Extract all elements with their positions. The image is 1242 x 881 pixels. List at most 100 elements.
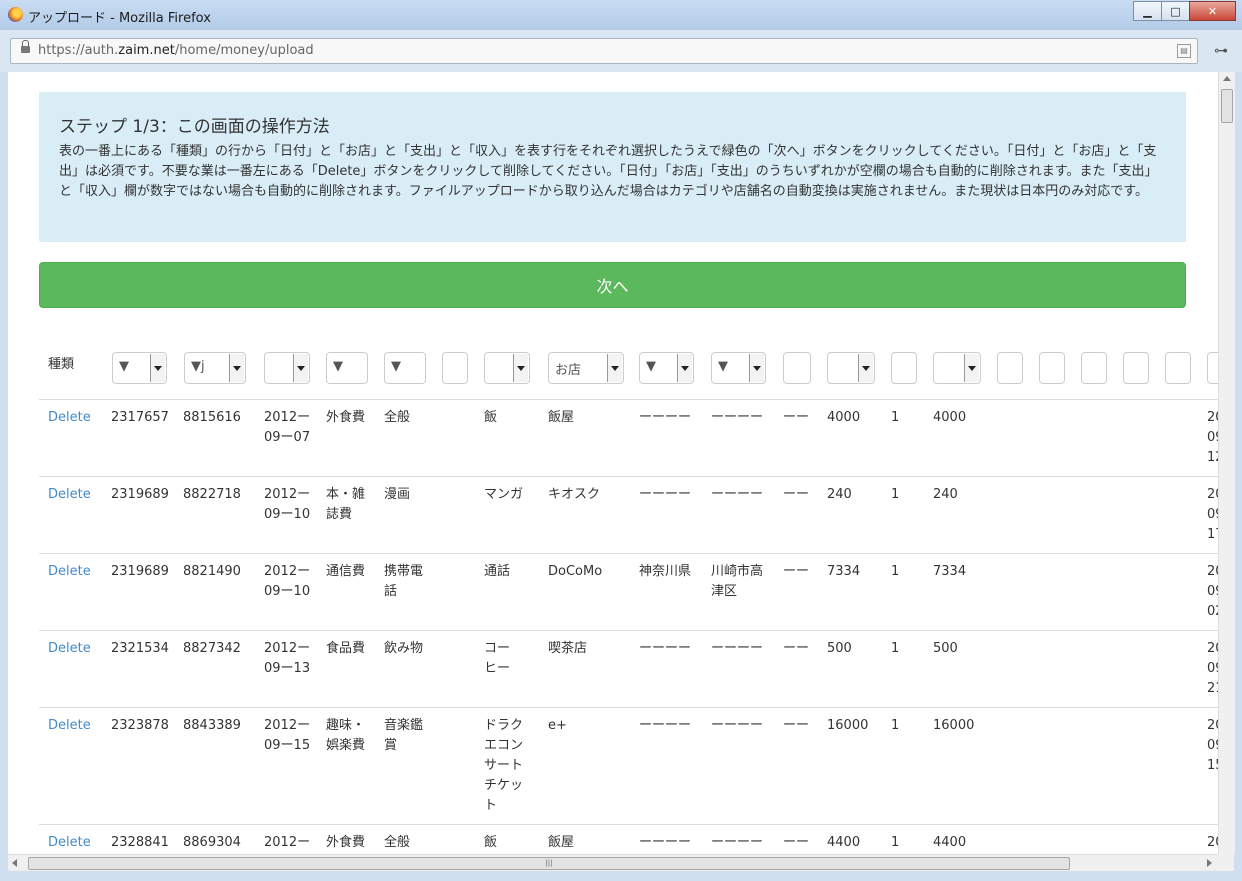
table-cell-c5: 全般	[384, 835, 411, 850]
column-type-select-19[interactable]	[1165, 352, 1191, 384]
table-cell-c9: ーーーー	[711, 487, 764, 502]
chevron-down-icon[interactable]	[513, 354, 528, 382]
column-type-select-9[interactable]: ▼	[639, 352, 694, 384]
horizontal-scroll-thumb[interactable]: |||	[28, 857, 1070, 870]
column-type-select-6[interactable]	[442, 352, 468, 384]
delete-row-link[interactable]: Delete	[48, 639, 91, 659]
table-cell-c14: 20	[1207, 835, 1218, 850]
table-cell-c10: ーー	[783, 564, 810, 579]
window-titlebar: アップロード - Mozilla Firefox ▁ □ ✕	[0, 0, 1242, 30]
scroll-left-icon[interactable]	[12, 859, 17, 867]
type-header-label: 種類	[48, 357, 75, 372]
column-type-select-17[interactable]	[1081, 352, 1107, 384]
chevron-down-icon[interactable]	[749, 354, 764, 382]
column-type-value: ▼j	[191, 359, 205, 374]
delete-row-link[interactable]: Delete	[48, 833, 91, 853]
table-cell-c11: 240	[827, 487, 852, 502]
table-cell-c3: 2012ー 09ー10	[264, 487, 311, 522]
maximize-icon[interactable]: □	[1161, 1, 1190, 21]
column-type-value: ▼	[646, 359, 656, 374]
column-type-value: ▼	[391, 359, 401, 374]
column-type-select-8[interactable]: お店	[548, 352, 624, 384]
column-type-select-20[interactable]	[1207, 352, 1218, 384]
column-type-select-11[interactable]	[783, 352, 811, 384]
vertical-scroll-thumb[interactable]	[1221, 89, 1233, 123]
table-cell-c5: 音楽鑑 賞	[384, 718, 424, 753]
scroll-up-icon[interactable]	[1223, 76, 1231, 81]
column-type-select-10[interactable]: ▼	[711, 352, 766, 384]
table-cell-c12: 1	[891, 487, 900, 502]
table-cell-c7: DoCoMo	[548, 564, 603, 579]
table-cell-c13: 500	[933, 641, 958, 656]
column-type-select-2[interactable]: ▼j	[184, 352, 246, 384]
column-type-value: ▼	[333, 359, 343, 374]
window-controls: ▁ □ ✕	[1133, 1, 1236, 21]
chevron-down-icon[interactable]	[964, 354, 979, 382]
table-cell-c9: 川崎市高 津区	[711, 564, 764, 599]
column-type-select-14[interactable]	[933, 352, 981, 384]
table-cell-c8: ーーーー	[639, 641, 692, 656]
table-cell-c12: 1	[891, 410, 900, 425]
column-type-select-13[interactable]	[891, 352, 917, 384]
table-cell-c14: 20 09 12	[1207, 410, 1218, 465]
close-icon[interactable]: ✕	[1189, 1, 1236, 21]
table-cell-c6: ドラク エコン サート チケッ ト	[484, 718, 524, 813]
table-cell-c1: 2328841	[111, 835, 169, 850]
page-viewport: ステップ 1/3：この画面の操作方法 表の一番上にある「種類」の行から「日付」と…	[8, 72, 1218, 854]
vertical-scrollbar[interactable]	[1218, 72, 1235, 854]
minimize-icon[interactable]: ▁	[1133, 1, 1162, 21]
column-type-select-3[interactable]	[264, 352, 310, 384]
table-cell-c5: 飲み物	[384, 641, 424, 656]
chevron-down-icon[interactable]	[229, 354, 244, 382]
table-cell-c6: コー ヒー	[484, 641, 511, 676]
delete-row-link[interactable]: Delete	[48, 562, 91, 582]
chevron-down-icon[interactable]	[858, 354, 873, 382]
column-type-select-12[interactable]	[827, 352, 875, 384]
horizontal-scrollbar[interactable]: |||	[8, 854, 1218, 872]
table-cell-c5: 携帯電 話	[384, 564, 424, 599]
chevron-down-icon[interactable]	[677, 354, 692, 382]
table-cell-c9: ーーーー	[711, 641, 764, 656]
scroll-right-icon[interactable]	[1207, 859, 1212, 867]
table-cell-c13: 4000	[933, 410, 967, 425]
chevron-down-icon[interactable]	[607, 354, 622, 382]
column-type-select-16[interactable]	[1039, 352, 1065, 384]
table-cell-c14: 20 09 15	[1207, 718, 1218, 773]
column-type-select-5[interactable]: ▼	[384, 352, 426, 384]
table-cell-c11: 16000	[827, 718, 869, 733]
table-cell-c2: 8821490	[183, 564, 241, 579]
reader-view-icon[interactable]: ▤	[1177, 44, 1191, 58]
table-cell-c7: 飯屋	[548, 835, 575, 850]
table-cell-c10: ーー	[783, 487, 810, 502]
table-cell-c6: マンガ	[484, 487, 524, 502]
column-type-select-18[interactable]	[1123, 352, 1149, 384]
delete-row-link[interactable]: Delete	[48, 408, 91, 428]
instructions-alert: ステップ 1/3：この画面の操作方法 表の一番上にある「種類」の行から「日付」と…	[39, 92, 1186, 242]
column-type-select-15[interactable]	[997, 352, 1023, 384]
table-cell-c4: 趣味・ 娯楽費	[326, 718, 366, 753]
table-cell-c10: ーー	[783, 835, 810, 850]
delete-row-link[interactable]: Delete	[48, 485, 91, 505]
chevron-down-icon[interactable]	[150, 354, 165, 382]
column-type-select-4[interactable]: ▼	[326, 352, 368, 384]
scroll-corner	[1218, 854, 1234, 872]
url-field[interactable]: https://auth.zaim.net/home/money/upload …	[10, 38, 1198, 64]
column-type-select-1[interactable]: ▼	[112, 352, 167, 384]
table-cell-c2: 8843389	[183, 718, 241, 733]
table-row: Delete 2321534 8827342 2012ー 09ー13 食品費 飲み物 コー …	[39, 630, 1218, 708]
chevron-down-icon[interactable]	[293, 354, 308, 382]
next-button[interactable]: 次へ	[39, 262, 1186, 308]
navigation-bar: https://auth.zaim.net/home/money/upload …	[0, 30, 1242, 72]
lock-icon	[21, 40, 30, 54]
table-cell-c8: 神奈川県	[639, 564, 692, 579]
table-cell-c3: 2012ー 09ー07	[264, 410, 311, 445]
table-cell-c3: 2012ー 09ー15	[264, 718, 311, 753]
table-cell-c8: ーーーー	[639, 718, 692, 733]
table-cell-c14: 20 09 21	[1207, 641, 1218, 696]
table-cell-c11: 4000	[827, 410, 861, 425]
table-cell-c2: 8815616	[183, 410, 241, 425]
delete-row-link[interactable]: Delete	[48, 716, 91, 736]
table-cell-c6: 通話	[484, 564, 511, 579]
link-icon[interactable]: ⊶	[1214, 43, 1228, 59]
column-type-select-7[interactable]	[484, 352, 530, 384]
